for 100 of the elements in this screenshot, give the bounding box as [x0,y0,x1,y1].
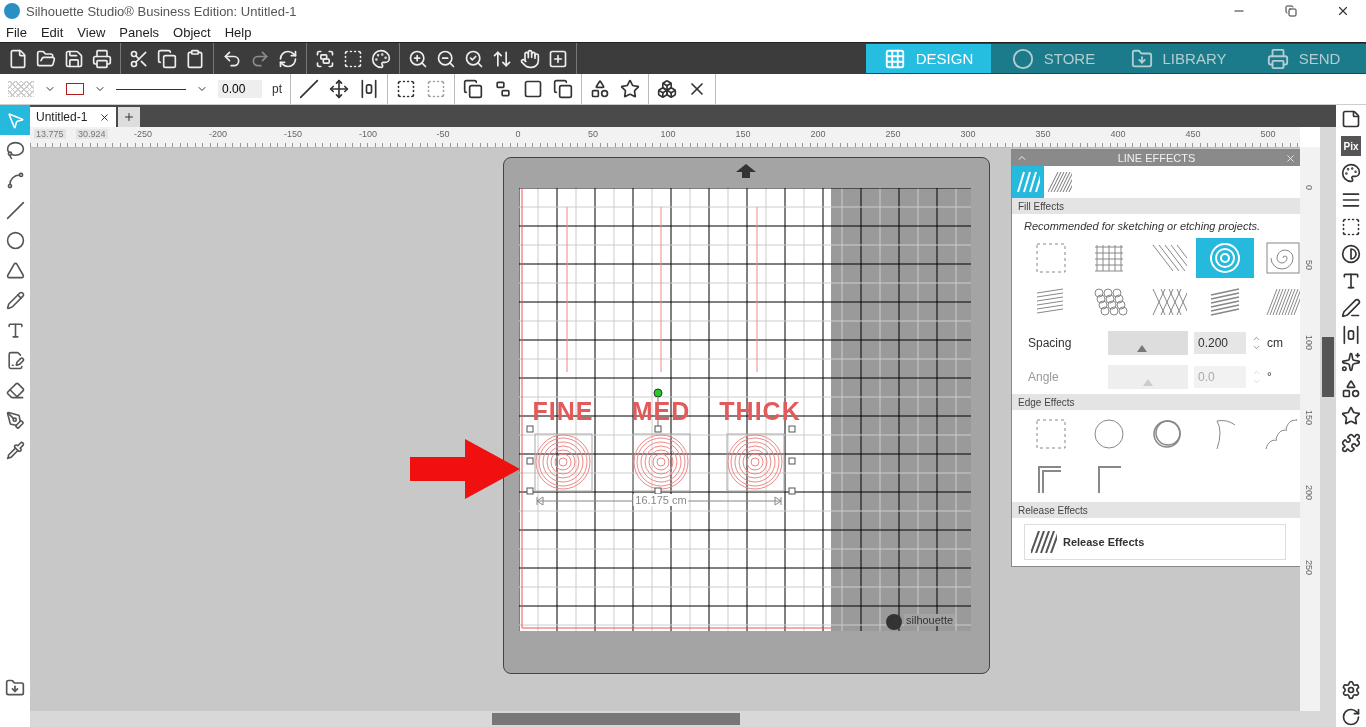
zoom-out-icon[interactable] [436,48,456,69]
align-icon[interactable] [1341,325,1361,345]
contrast-icon[interactable] [1341,244,1361,264]
scroll-thumb[interactable] [1322,337,1334,397]
vertical-scrollbar[interactable] [1320,127,1336,711]
refresh-icon[interactable] [278,48,298,69]
ruler-number: 300 [960,129,976,139]
fill-pattern-swatch[interactable] [8,81,34,97]
menu-item[interactable]: Help [224,24,252,40]
slider-label: Angle [1028,370,1060,384]
unit-label: ° [1267,370,1272,384]
ruler-number: 100 [660,129,676,139]
resize-handle[interactable] [788,487,796,495]
printer-icon[interactable] [92,48,112,69]
text-icon [5,320,25,340]
slider-track[interactable] [1108,365,1188,389]
line-style-sample[interactable] [116,88,186,90]
close-icon[interactable] [1336,4,1350,18]
cubes-icon[interactable] [657,79,677,99]
refresh-icon[interactable] [1341,707,1361,727]
undo-icon[interactable] [222,48,242,69]
star-icon[interactable] [1341,406,1361,426]
hint-text: Recommended for sketching or etching projects. [1023,219,1261,234]
shapes-icon[interactable] [1341,379,1361,399]
ruler-number: -250 [134,129,152,139]
menu-item[interactable]: Panels [119,24,160,40]
menu-item[interactable]: View [77,24,106,40]
menu-item[interactable]: Edit [40,24,64,40]
horizontal-scrollbar[interactable] [30,711,1336,727]
send-tab-icon [1266,47,1289,70]
hand-icon[interactable] [520,48,540,69]
star-icon[interactable] [620,79,640,99]
close-icon[interactable] [99,111,111,123]
save-icon[interactable] [64,48,84,69]
fit-window-icon[interactable] [548,48,568,69]
new-file-icon[interactable] [8,48,28,69]
zoom-in-icon[interactable] [408,48,428,69]
bring-forward-icon[interactable] [463,79,483,99]
line-width-field[interactable]: 0.00 [218,80,262,98]
resize-handle[interactable] [788,457,796,465]
line-icon[interactable] [299,79,319,99]
curve-icon [5,170,25,190]
section-header: Fill Effects [1012,198,1300,214]
spiral-pattern-icon [1263,241,1300,275]
design-tab-icon [883,47,906,70]
ruler-number: -200 [209,129,227,139]
release-effects-button[interactable]: Release Effects [1024,524,1286,560]
resize-handle[interactable] [526,487,534,495]
resize-handle[interactable] [654,487,662,495]
resize-handle[interactable] [526,457,534,465]
app-logo [4,3,20,19]
align-icon[interactable] [359,79,379,99]
ruler-number: 150 [1304,410,1314,426]
settings-icon[interactable] [1341,680,1361,700]
slider-thumb[interactable] [1136,345,1147,352]
eyedropper-icon [5,440,25,460]
sketch-text-icon[interactable] [1341,298,1361,318]
resize-handle[interactable] [788,425,796,433]
lines-icon[interactable] [1341,190,1361,210]
sketch-icon [5,350,25,370]
puzzle-icon[interactable] [1341,433,1361,453]
unit-label: cm [1267,336,1283,350]
restore-icon[interactable] [1285,5,1297,17]
add-tab-button[interactable] [118,107,141,127]
open-folder-icon[interactable] [36,48,56,69]
paste-icon[interactable] [185,48,205,69]
document-tab[interactable]: Untitled-1 [30,107,117,127]
coil-pattern-icon [1263,417,1300,451]
dimension-label: 16.175 cm [633,494,689,506]
menu-item[interactable]: File [6,24,27,40]
text-icon[interactable] [1341,271,1361,291]
move-icon[interactable] [329,79,349,99]
scroll-thumb[interactable] [492,713,740,725]
slider-track[interactable] [1108,331,1188,355]
zoom-select-icon[interactable] [464,48,484,69]
store-tab-icon [1011,47,1034,70]
line-color-swatch[interactable] [66,83,84,95]
ruler-number: 0 [1304,185,1314,190]
pixscan-icon[interactable]: Pix [1341,136,1361,156]
menu-item[interactable]: Object [173,24,211,40]
resize-handle[interactable] [654,425,662,433]
ruler-number: 0 [515,129,521,139]
download-folder-icon [5,678,25,698]
concentric-circles-drawing [632,433,691,492]
sparkle-icon[interactable] [1341,352,1361,372]
palette-icon[interactable] [1341,163,1361,183]
section-header: Release Effects [1012,502,1300,518]
value-field[interactable]: 0.200 [1194,332,1246,354]
rotate-handle[interactable] [653,388,663,398]
copy-icon[interactable] [157,48,177,69]
ruler-number: 500 [1260,129,1276,139]
cursor-x-readout: 13.775 [34,129,66,139]
shapes-icon[interactable] [590,79,610,99]
brand-name: silhouette [904,614,956,626]
cut-icon[interactable] [129,48,149,69]
redo-icon[interactable] [250,48,270,69]
group-icon[interactable] [315,48,335,69]
concentric-circles-drawing [726,433,785,492]
resize-handle[interactable] [526,425,534,433]
page-icon[interactable] [1341,109,1361,129]
